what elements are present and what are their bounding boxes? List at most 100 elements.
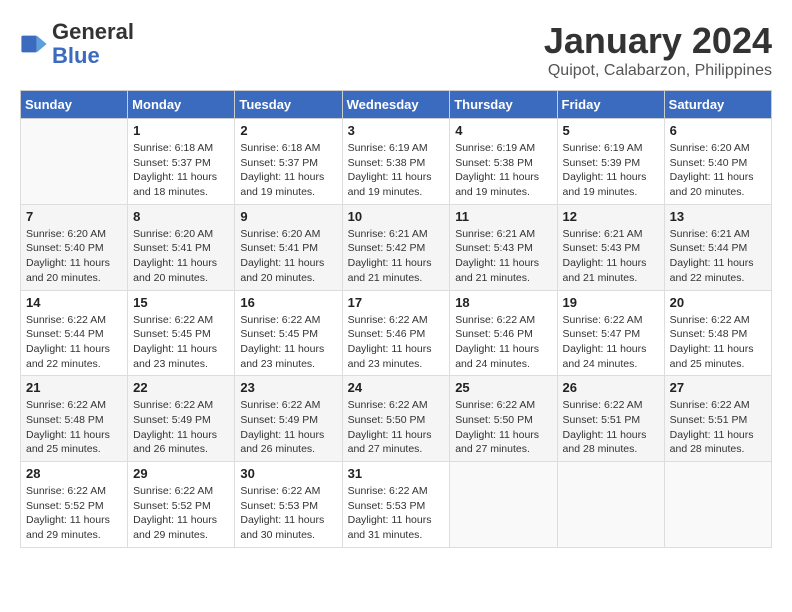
day-info: Sunrise: 6:21 AM Sunset: 5:43 PM Dayligh… <box>455 227 551 286</box>
calendar-cell: 23 Sunrise: 6:22 AM Sunset: 5:49 PM Dayli… <box>235 376 342 462</box>
day-number: 28 <box>26 466 122 481</box>
calendar-week-row: 1 Sunrise: 6:18 AM Sunset: 5:37 PM Daylig… <box>21 119 772 205</box>
day-number: 9 <box>240 209 336 224</box>
calendar-table: SundayMondayTuesdayWednesdayThursdayFrid… <box>20 90 772 548</box>
day-info: Sunrise: 6:22 AM Sunset: 5:46 PM Dayligh… <box>455 313 551 372</box>
month-title: January 2024 <box>544 20 772 62</box>
day-info: Sunrise: 6:22 AM Sunset: 5:49 PM Dayligh… <box>133 398 229 457</box>
calendar-week-row: 14 Sunrise: 6:22 AM Sunset: 5:44 PM Dayli… <box>21 290 772 376</box>
day-number: 24 <box>348 380 445 395</box>
day-info: Sunrise: 6:18 AM Sunset: 5:37 PM Dayligh… <box>240 141 336 200</box>
calendar-cell: 16 Sunrise: 6:22 AM Sunset: 5:45 PM Dayli… <box>235 290 342 376</box>
location-subtitle: Quipot, Calabarzon, Philippines <box>544 62 772 80</box>
day-info: Sunrise: 6:22 AM Sunset: 5:46 PM Dayligh… <box>348 313 445 372</box>
day-info: Sunrise: 6:22 AM Sunset: 5:51 PM Dayligh… <box>563 398 659 457</box>
calendar-cell: 26Sunrise: 6:22 AM Sunset: 5:51 PM Dayli… <box>557 376 664 462</box>
day-info: Sunrise: 6:22 AM Sunset: 5:44 PM Dayligh… <box>26 313 122 372</box>
calendar-day-header: Thursday <box>450 91 557 119</box>
day-number: 1 <box>133 123 229 138</box>
day-info: Sunrise: 6:22 AM Sunset: 5:49 PM Dayligh… <box>240 398 336 457</box>
calendar-cell: 27Sunrise: 6:22 AM Sunset: 5:51 PM Dayli… <box>664 376 771 462</box>
calendar-cell: 4Sunrise: 6:19 AM Sunset: 5:38 PM Daylig… <box>450 119 557 205</box>
calendar-day-header: Tuesday <box>235 91 342 119</box>
calendar-cell: 21 Sunrise: 6:22 AM Sunset: 5:48 PM Dayli… <box>21 376 128 462</box>
logo-icon <box>20 30 48 58</box>
day-number: 10 <box>348 209 445 224</box>
calendar-week-row: 7 Sunrise: 6:20 AM Sunset: 5:40 PM Daylig… <box>21 204 772 290</box>
day-number: 2 <box>240 123 336 138</box>
calendar-cell: 10 Sunrise: 6:21 AM Sunset: 5:42 PM Dayli… <box>342 204 450 290</box>
calendar-week-row: 28 Sunrise: 6:22 AM Sunset: 5:52 PM Dayli… <box>21 462 772 548</box>
calendar-cell: 22 Sunrise: 6:22 AM Sunset: 5:49 PM Dayli… <box>128 376 235 462</box>
calendar-cell: 1 Sunrise: 6:18 AM Sunset: 5:37 PM Daylig… <box>128 119 235 205</box>
day-number: 14 <box>26 295 122 310</box>
title-block: January 2024 Quipot, Calabarzon, Philipp… <box>544 20 772 80</box>
day-number: 7 <box>26 209 122 224</box>
day-number: 12 <box>563 209 659 224</box>
day-number: 25 <box>455 380 551 395</box>
calendar-cell: 15Sunrise: 6:22 AM Sunset: 5:45 PM Dayli… <box>128 290 235 376</box>
day-info: Sunrise: 6:19 AM Sunset: 5:39 PM Dayligh… <box>563 141 659 200</box>
day-number: 22 <box>133 380 229 395</box>
day-info: Sunrise: 6:20 AM Sunset: 5:41 PM Dayligh… <box>133 227 229 286</box>
day-number: 3 <box>348 123 445 138</box>
day-number: 18 <box>455 295 551 310</box>
calendar-cell: 17 Sunrise: 6:22 AM Sunset: 5:46 PM Dayli… <box>342 290 450 376</box>
calendar-cell: 31 Sunrise: 6:22 AM Sunset: 5:53 PM Dayli… <box>342 462 450 548</box>
calendar-cell: 8 Sunrise: 6:20 AM Sunset: 5:41 PM Daylig… <box>128 204 235 290</box>
calendar-cell: 18 Sunrise: 6:22 AM Sunset: 5:46 PM Dayli… <box>450 290 557 376</box>
calendar-cell: 9Sunrise: 6:20 AM Sunset: 5:41 PM Daylig… <box>235 204 342 290</box>
day-info: Sunrise: 6:22 AM Sunset: 5:50 PM Dayligh… <box>348 398 445 457</box>
day-info: Sunrise: 6:22 AM Sunset: 5:48 PM Dayligh… <box>670 313 766 372</box>
calendar-cell: 29Sunrise: 6:22 AM Sunset: 5:52 PM Dayli… <box>128 462 235 548</box>
day-info: Sunrise: 6:22 AM Sunset: 5:53 PM Dayligh… <box>348 484 445 543</box>
day-number: 16 <box>240 295 336 310</box>
day-number: 8 <box>133 209 229 224</box>
calendar-cell: 24 Sunrise: 6:22 AM Sunset: 5:50 PM Dayli… <box>342 376 450 462</box>
calendar-cell: 11 Sunrise: 6:21 AM Sunset: 5:43 PM Dayli… <box>450 204 557 290</box>
calendar-cell <box>557 462 664 548</box>
day-info: Sunrise: 6:21 AM Sunset: 5:44 PM Dayligh… <box>670 227 766 286</box>
day-info: Sunrise: 6:19 AM Sunset: 5:38 PM Dayligh… <box>348 141 445 200</box>
day-info: Sunrise: 6:22 AM Sunset: 5:45 PM Dayligh… <box>240 313 336 372</box>
day-info: Sunrise: 6:22 AM Sunset: 5:53 PM Dayligh… <box>240 484 336 543</box>
day-info: Sunrise: 6:21 AM Sunset: 5:42 PM Dayligh… <box>348 227 445 286</box>
day-number: 31 <box>348 466 445 481</box>
day-number: 30 <box>240 466 336 481</box>
calendar-day-header: Friday <box>557 91 664 119</box>
calendar-cell: 6 Sunrise: 6:20 AM Sunset: 5:40 PM Daylig… <box>664 119 771 205</box>
day-info: Sunrise: 6:21 AM Sunset: 5:43 PM Dayligh… <box>563 227 659 286</box>
calendar-cell: 3 Sunrise: 6:19 AM Sunset: 5:38 PM Daylig… <box>342 119 450 205</box>
day-number: 6 <box>670 123 766 138</box>
logo-text: General Blue <box>52 20 134 68</box>
page-header: General Blue January 2024 Quipot, Calaba… <box>20 20 772 80</box>
calendar-header-row: SundayMondayTuesdayWednesdayThursdayFrid… <box>21 91 772 119</box>
day-info: Sunrise: 6:22 AM Sunset: 5:48 PM Dayligh… <box>26 398 122 457</box>
calendar-cell: 30 Sunrise: 6:22 AM Sunset: 5:53 PM Dayli… <box>235 462 342 548</box>
day-number: 27 <box>670 380 766 395</box>
calendar-day-header: Sunday <box>21 91 128 119</box>
logo: General Blue <box>20 20 134 68</box>
day-number: 11 <box>455 209 551 224</box>
day-number: 20 <box>670 295 766 310</box>
day-number: 23 <box>240 380 336 395</box>
calendar-day-header: Saturday <box>664 91 771 119</box>
calendar-cell: 12 Sunrise: 6:21 AM Sunset: 5:43 PM Dayli… <box>557 204 664 290</box>
day-number: 17 <box>348 295 445 310</box>
day-info: Sunrise: 6:22 AM Sunset: 5:52 PM Dayligh… <box>26 484 122 543</box>
day-info: Sunrise: 6:22 AM Sunset: 5:52 PM Dayligh… <box>133 484 229 543</box>
calendar-cell <box>21 119 128 205</box>
day-number: 5 <box>563 123 659 138</box>
day-number: 15 <box>133 295 229 310</box>
day-info: Sunrise: 6:19 AM Sunset: 5:38 PM Dayligh… <box>455 141 551 200</box>
day-number: 21 <box>26 380 122 395</box>
day-number: 13 <box>670 209 766 224</box>
calendar-cell <box>664 462 771 548</box>
day-info: Sunrise: 6:20 AM Sunset: 5:40 PM Dayligh… <box>26 227 122 286</box>
day-info: Sunrise: 6:22 AM Sunset: 5:47 PM Dayligh… <box>563 313 659 372</box>
calendar-cell: 13 Sunrise: 6:21 AM Sunset: 5:44 PM Dayli… <box>664 204 771 290</box>
calendar-cell <box>450 462 557 548</box>
day-info: Sunrise: 6:18 AM Sunset: 5:37 PM Dayligh… <box>133 141 229 200</box>
calendar-day-header: Monday <box>128 91 235 119</box>
day-info: Sunrise: 6:20 AM Sunset: 5:40 PM Dayligh… <box>670 141 766 200</box>
